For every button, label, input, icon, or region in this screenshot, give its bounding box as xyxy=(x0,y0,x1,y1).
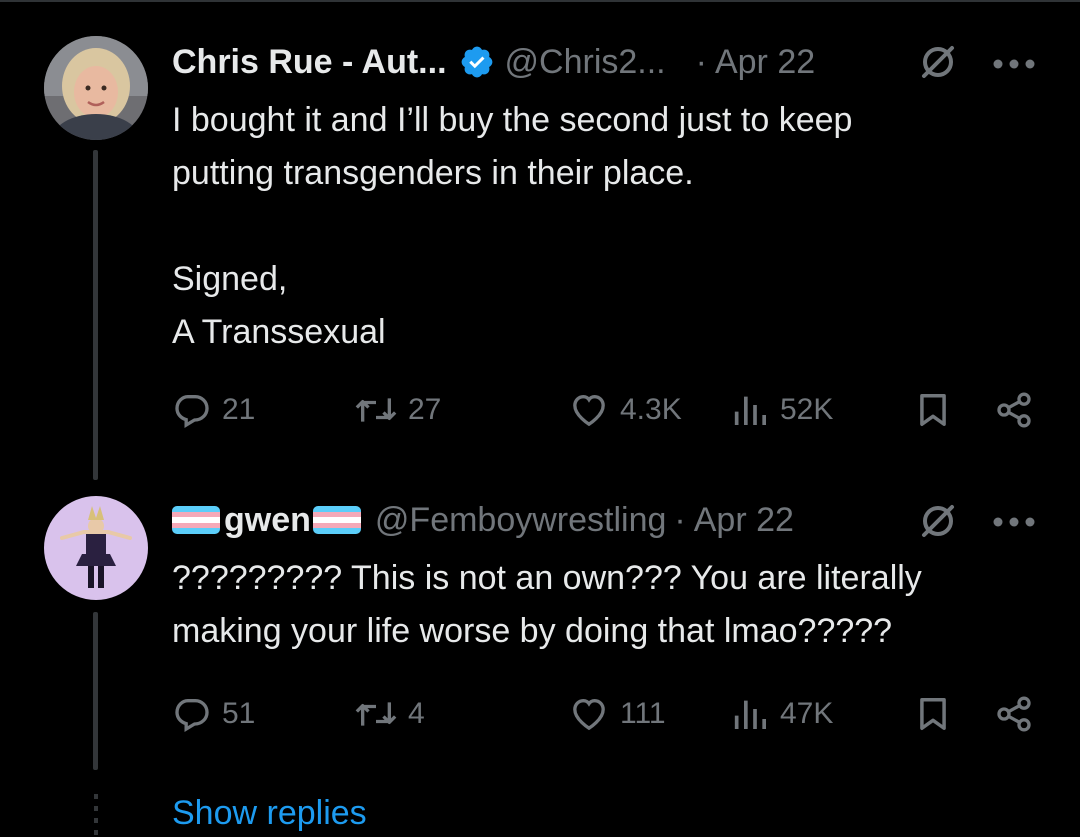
like-button[interactable]: 111 xyxy=(568,692,666,736)
show-replies-link[interactable]: Show replies xyxy=(172,794,367,833)
top-divider xyxy=(0,0,1080,2)
separator: · xyxy=(674,500,686,539)
repost-count: 27 xyxy=(408,393,442,426)
grok-icon[interactable] xyxy=(918,501,958,541)
tweet-text: I bought it and I’ll buy the second just… xyxy=(172,101,853,351)
repost-count: 4 xyxy=(408,697,425,730)
tweet-header: gwen @Femboywrestling · Apr 22 xyxy=(172,495,794,545)
avatar-gwen[interactable] xyxy=(44,496,148,600)
bookmark-icon xyxy=(920,698,946,730)
trans-flag-icon xyxy=(172,506,220,534)
author-name[interactable]: Chris Rue - Aut... xyxy=(172,43,447,82)
thread-dots xyxy=(94,794,98,835)
tweet-date[interactable]: Apr 22 xyxy=(694,501,794,540)
share-icon xyxy=(997,392,1031,428)
tweet-header: Chris Rue - Aut... @Chris2... · Apr 22 xyxy=(172,37,815,87)
like-icon xyxy=(573,394,605,427)
author-handle[interactable]: @Chris2... xyxy=(505,43,666,82)
like-button[interactable]: 4.3K xyxy=(568,388,682,432)
separator: · xyxy=(695,42,707,81)
tweet-actions: 21 27 4.3K 52K xyxy=(172,388,1042,432)
author-name[interactable]: gwen xyxy=(224,501,311,540)
more-icon[interactable] xyxy=(992,516,1036,528)
repost-icon xyxy=(355,702,397,726)
more-icon[interactable] xyxy=(992,58,1036,70)
like-count: 111 xyxy=(620,697,666,730)
bookmark-icon xyxy=(920,394,946,426)
reply-count: 51 xyxy=(222,697,256,730)
repost-icon xyxy=(355,398,397,422)
avatar-chris[interactable] xyxy=(44,36,148,140)
thread-line xyxy=(93,612,98,770)
tweet-date[interactable]: Apr 22 xyxy=(715,43,815,82)
tweet-actions: 51 4 111 47K xyxy=(172,692,1042,736)
bookmark-button[interactable] xyxy=(914,692,952,736)
reply-button[interactable]: 21 xyxy=(172,388,255,432)
tweet-text: ????????? This is not an own??? You are … xyxy=(172,559,922,650)
like-count: 4.3K xyxy=(620,393,682,426)
verified-badge-icon xyxy=(461,46,492,78)
views-icon xyxy=(734,396,766,425)
views-button[interactable]: 52K xyxy=(730,388,833,432)
share-button[interactable] xyxy=(994,692,1034,736)
views-count: 52K xyxy=(780,393,834,426)
trans-flag-icon xyxy=(312,506,361,534)
reply-icon xyxy=(175,699,209,732)
views-button[interactable]: 47K xyxy=(730,692,833,736)
thread-line xyxy=(93,150,98,480)
share-button[interactable] xyxy=(994,388,1034,432)
share-icon xyxy=(997,696,1031,732)
grok-icon[interactable] xyxy=(918,42,958,82)
reply-icon xyxy=(175,395,209,428)
like-icon xyxy=(573,698,605,731)
bookmark-button[interactable] xyxy=(914,388,952,432)
reply-count: 21 xyxy=(222,393,256,426)
author-handle[interactable]: @Femboywrestling xyxy=(375,501,667,540)
views-icon xyxy=(734,700,766,729)
repost-button[interactable]: 27 xyxy=(354,388,441,432)
views-count: 47K xyxy=(780,697,834,730)
repost-button[interactable]: 4 xyxy=(354,692,425,736)
reply-button[interactable]: 51 xyxy=(172,692,255,736)
